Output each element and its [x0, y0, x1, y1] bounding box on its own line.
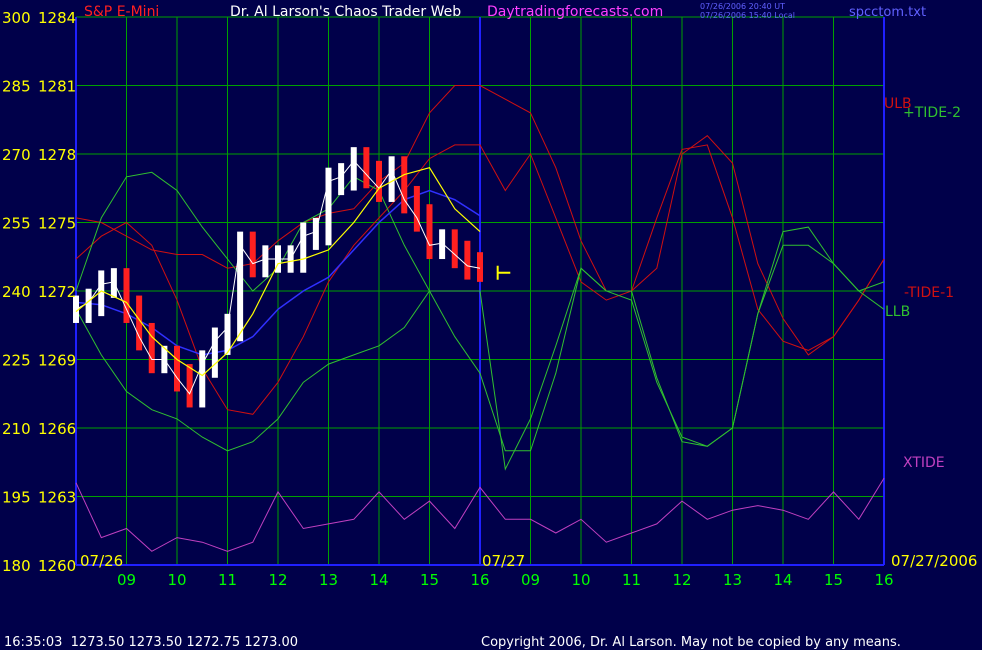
- x-tick: 14: [773, 571, 792, 589]
- price-bar: [211, 327, 218, 378]
- date-label-start: 07/26: [80, 552, 123, 570]
- price-bar: [388, 156, 395, 202]
- y-tick-price: 1266: [38, 420, 76, 438]
- price-bar: [199, 350, 206, 408]
- x-tick: 12: [268, 571, 287, 589]
- price-bar: [148, 322, 155, 374]
- series-label-llb: LLB: [885, 304, 910, 320]
- price-bar: [300, 222, 307, 273]
- y-tick-price: 1278: [38, 146, 76, 164]
- y-tick-price: 1269: [38, 352, 76, 370]
- x-tick: 09: [521, 571, 540, 589]
- y-tick-left: 255: [2, 215, 31, 233]
- x-tick: 15: [824, 571, 843, 589]
- date-label-end: 07/27/2006: [891, 552, 977, 570]
- y-tick-price: 1272: [38, 283, 76, 301]
- price-bar: [325, 167, 332, 246]
- y-tick-price: 1275: [38, 215, 76, 233]
- y-tick-left: 225: [2, 352, 31, 370]
- price-bar: [338, 163, 345, 196]
- price-bar: [350, 147, 357, 191]
- price-bar: [413, 185, 420, 232]
- x-tick: 15: [420, 571, 439, 589]
- x-tick: 16: [874, 571, 893, 589]
- y-tick-left: 240: [2, 283, 31, 301]
- x-tick: 12: [672, 571, 691, 589]
- y-tick-price: 1263: [38, 489, 76, 507]
- x-tick: 16: [470, 571, 489, 589]
- date-label-mid: 07/27: [482, 552, 525, 570]
- x-tick: 09: [117, 571, 136, 589]
- x-tick: 10: [571, 571, 590, 589]
- x-tick: 13: [319, 571, 338, 589]
- price-bar: [249, 231, 256, 278]
- chart-canvas: 300 1284 285 1281 270 1278 255 1275 240 1272 225 12…: [2, 9, 977, 589]
- price-bar: [401, 156, 408, 214]
- series-label-tide-2: +TIDE-2: [903, 105, 961, 121]
- x-tick: 11: [218, 571, 237, 589]
- price-bar: [464, 240, 471, 280]
- y-tick-left: 210: [2, 420, 31, 438]
- y-tick-left: 180: [2, 557, 31, 575]
- x-tick: 11: [622, 571, 641, 589]
- x-tick: 10: [167, 571, 186, 589]
- y-tick-left: 195: [2, 489, 31, 507]
- series-label-xtide: XTIDE: [903, 455, 945, 471]
- chart-window: 300 1284 285 1281 270 1278 255 1275 240 1272 225 12…: [0, 0, 982, 650]
- y-tick-left: 285: [2, 78, 31, 96]
- y-tick-price: 1284: [38, 9, 76, 27]
- y-tick-price: 1281: [38, 78, 76, 96]
- y-tick-left: 300: [2, 9, 31, 27]
- price-bar: [363, 147, 370, 189]
- price-bar: [262, 245, 269, 278]
- price-bar: [174, 345, 180, 392]
- price-bar: [186, 364, 193, 408]
- price-bar: [477, 252, 483, 282]
- price-bar: [426, 204, 433, 260]
- series-label-tide-1: -TIDE-1: [904, 285, 954, 301]
- x-tick: 14: [369, 571, 388, 589]
- x-tick: 13: [723, 571, 742, 589]
- price-bar: [376, 160, 382, 202]
- price-bar: [439, 229, 446, 260]
- price-bar: [85, 288, 92, 323]
- y-tick-price: 1260: [38, 557, 76, 575]
- price-bar: [451, 229, 458, 269]
- y-tick-left: 270: [2, 146, 31, 164]
